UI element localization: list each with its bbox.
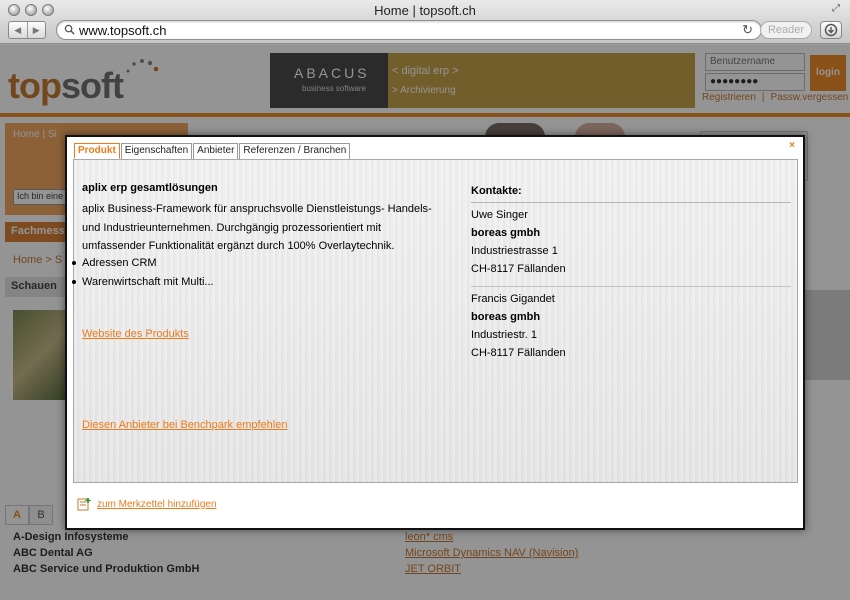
merkzettel-action[interactable]: zum Merkzettel hinzufügen (77, 497, 217, 511)
feature-item: Warenwirtschaft mit Multi... (72, 273, 214, 292)
add-to-notepad-icon (77, 498, 91, 511)
tab-referenzen-branchen[interactable]: Referenzen / Branchen (239, 143, 351, 159)
downloads-button[interactable] (820, 21, 842, 39)
url-text: www.topsoft.ch (79, 23, 167, 38)
contact-card: Uwe Singer boreas gmbh Industriestrasse … (471, 206, 791, 278)
contact-company: boreas gmbh (471, 227, 541, 239)
forward-icon[interactable]: ▶ (26, 22, 46, 38)
tab-eigenschaften[interactable]: Eigenschaften (120, 143, 193, 159)
search-icon (64, 24, 75, 35)
add-to-merkzettel-link[interactable]: zum Merkzettel hinzufügen (97, 499, 217, 510)
contact-person: Francis Gigandet (471, 293, 555, 305)
contacts-heading: Kontakte: (471, 185, 522, 197)
reload-icon[interactable]: ↻ (742, 22, 753, 38)
product-panel: aplix erp gesamtlösungen aplix Business-… (72, 159, 798, 483)
tab-produkt[interactable]: Produkt (74, 143, 120, 159)
contact-company: boreas gmbh (471, 311, 541, 323)
contact-card: Francis Gigandet boreas gmbh Industriest… (471, 286, 791, 362)
product-title: aplix erp gesamtlösungen (82, 182, 218, 194)
reader-button[interactable]: Reader (760, 21, 812, 39)
tab-anbieter[interactable]: Anbieter (193, 143, 239, 159)
contact-city: CH-8117 Fällanden (471, 347, 566, 359)
contact-street: Industriestrasse 1 (471, 245, 558, 257)
close-icon[interactable]: × (789, 140, 795, 151)
feature-list: Adressen CRM Warenwirtschaft mit Multi..… (72, 254, 214, 292)
fullscreen-icon[interactable]: ⤢ (832, 3, 844, 15)
window-title: Home | topsoft.ch (374, 3, 476, 18)
modal-tabs: Produkt Eigenschaften Anbieter Referenze… (74, 143, 351, 159)
back-icon[interactable]: ◀ (9, 22, 27, 38)
contacts-divider (471, 202, 791, 203)
nav-buttons: ◀ ▶ (8, 21, 46, 39)
contacts-section: Kontakte: Uwe Singer boreas gmbh Industr… (471, 182, 791, 362)
product-website-link[interactable]: Website des Produkts (82, 328, 189, 340)
browser-chrome: Home | topsoft.ch ⤢ ◀ ▶ www.topsoft.ch ↻… (0, 0, 850, 44)
contact-street: Industriestr. 1 (471, 329, 538, 341)
address-bar[interactable]: www.topsoft.ch ↻ (56, 20, 762, 40)
contact-person: Uwe Singer (471, 209, 528, 221)
product-modal: Produkt Eigenschaften Anbieter Referenze… (65, 135, 805, 530)
download-icon (824, 23, 838, 37)
product-description: aplix Business-Framework für anspruchsvo… (82, 203, 432, 252)
feature-item: Adressen CRM (72, 254, 214, 273)
recommend-vendor-link[interactable]: Diesen Anbieter bei Benchpark empfehlen (82, 419, 287, 431)
contact-city: CH-8117 Fällanden (471, 263, 566, 275)
